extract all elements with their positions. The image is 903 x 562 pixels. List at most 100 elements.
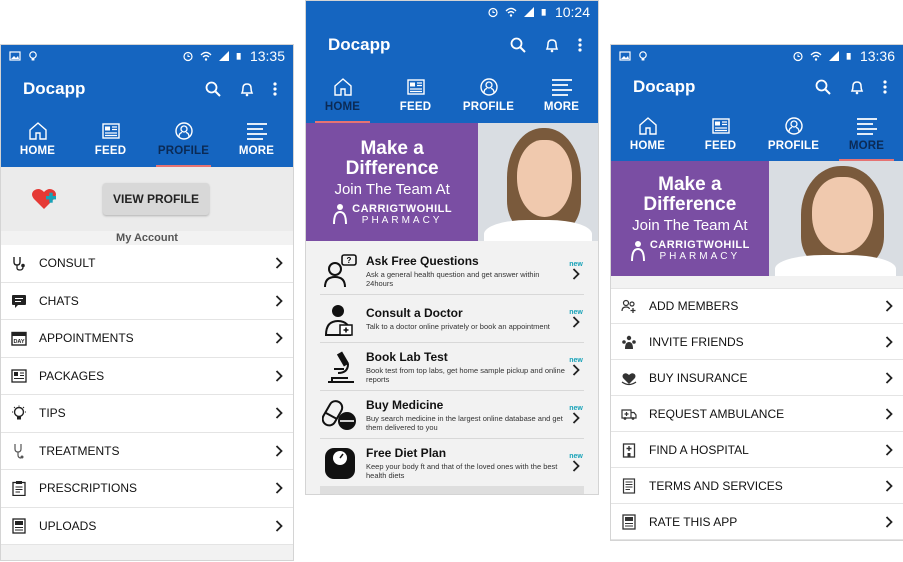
- tab-label: FEED: [399, 101, 432, 113]
- chevron-right-icon: [884, 479, 893, 492]
- view-profile-button[interactable]: VIEW PROFILE: [103, 183, 210, 215]
- signal-icon: [828, 51, 839, 61]
- tab-label: PROFILE: [157, 145, 210, 157]
- home-icon: [638, 117, 657, 135]
- feed-icon: [101, 123, 120, 139]
- microscope-icon: [320, 349, 360, 385]
- menu-item-invite-friends[interactable]: INVITE FRIENDS: [611, 324, 903, 360]
- tab-home[interactable]: HOME: [611, 107, 684, 161]
- menu-item-label: PRESCRIPTIONS: [39, 481, 138, 496]
- tab-feed[interactable]: FEED: [379, 67, 452, 123]
- status-time: 13:36: [859, 48, 895, 64]
- feed-icon: [406, 79, 425, 95]
- calendar-day-icon: DAY: [11, 330, 27, 346]
- menu-item-label: CONSULT: [39, 256, 96, 271]
- phone-more-screen: 13:36 Docapp HOME FEED PROFILE MORE Make…: [611, 45, 903, 540]
- service-book-lab-test[interactable]: Book Lab Test Book test from top labs, g…: [320, 343, 584, 391]
- svg-text:DAY: DAY: [13, 339, 24, 345]
- search-icon[interactable]: [205, 81, 221, 97]
- bulb-icon: [29, 51, 37, 61]
- battery-icon: [541, 9, 546, 16]
- tab-profile[interactable]: PROFILE: [452, 67, 525, 123]
- menu-item-chats[interactable]: CHATS: [1, 282, 293, 320]
- tab-home[interactable]: HOME: [1, 111, 74, 167]
- service-free-diet-plan[interactable]: Free Diet Plan Keep your body ft and tha…: [320, 439, 584, 486]
- pharmacist-photo: [478, 123, 598, 241]
- service-title: Free Diet Plan: [366, 445, 447, 460]
- tab-label: HOME: [19, 145, 56, 157]
- profile-header: VIEW PROFILE: [1, 167, 293, 231]
- menu-item-label: TREATMENTS: [39, 443, 120, 458]
- tab-profile[interactable]: PROFILE: [147, 111, 220, 167]
- chevron-right-icon: [274, 295, 283, 307]
- overflow-menu-icon[interactable]: [578, 37, 582, 53]
- status-time: 10:24: [554, 4, 590, 20]
- tab-label: FEED: [94, 145, 127, 157]
- wifi-icon: [810, 51, 822, 61]
- tab-profile[interactable]: PROFILE: [757, 107, 830, 161]
- tab-home[interactable]: HOME: [306, 67, 379, 123]
- menu-item-label: UPLOADS: [39, 518, 97, 533]
- tab-more[interactable]: MORE: [830, 107, 903, 161]
- heart-plus-icon: [32, 189, 56, 209]
- banner-line-1: Make a: [658, 174, 722, 195]
- menu-item-rate-this-app[interactable]: RATE THIS APP: [611, 504, 903, 540]
- menu-item-buy-insurance[interactable]: BUY INSURANCE: [611, 360, 903, 396]
- chevron-right-icon: [274, 520, 283, 532]
- menu-icon: [856, 118, 877, 135]
- new-badge: new: [569, 261, 583, 268]
- service-description: Book test from top labs, get home sample…: [366, 365, 565, 384]
- overflow-menu-icon[interactable]: [883, 79, 887, 95]
- insurance-icon: [621, 370, 637, 386]
- promo-banner[interactable]: Make a Difference Join The Team At CARRI…: [306, 123, 598, 241]
- bell-icon[interactable]: [544, 37, 560, 53]
- menu-item-find-a-hospital[interactable]: FIND A HOSPITAL: [611, 432, 903, 468]
- service-description: Talk to a doctor online privately or boo…: [366, 322, 550, 331]
- overflow-menu-icon[interactable]: [273, 81, 277, 97]
- service-consult-a-doctor[interactable]: Consult a Doctor Talk to a doctor online…: [320, 295, 584, 343]
- menu-item-treatments[interactable]: TREATMENTS: [1, 432, 293, 470]
- add-members-icon: [621, 298, 637, 314]
- chevron-right-icon: [274, 445, 283, 457]
- tab-more[interactable]: MORE: [220, 111, 293, 167]
- alarm-icon: [183, 51, 193, 62]
- menu-item-prescriptions[interactable]: PRESCRIPTIONS: [1, 470, 293, 508]
- service-buy-medicine[interactable]: Buy Medicine Buy search medicine in the …: [320, 391, 584, 439]
- package-icon: [11, 368, 27, 384]
- tab-label: PROFILE: [767, 140, 820, 152]
- tab-feed[interactable]: FEED: [684, 107, 757, 161]
- search-icon[interactable]: [510, 37, 526, 53]
- menu-item-packages[interactable]: PACKAGES: [1, 357, 293, 395]
- menu-item-terms-and-services[interactable]: TERMS AND SERVICES: [611, 468, 903, 504]
- tab-label: MORE: [848, 140, 885, 152]
- menu-item-consult[interactable]: CONSULT: [1, 245, 293, 283]
- pharmacy-person-icon: [630, 240, 645, 261]
- chevron-right-icon: [572, 412, 580, 424]
- alarm-icon: [793, 51, 803, 62]
- gallery-icon: [9, 51, 21, 61]
- menu-item-label: PACKAGES: [39, 368, 105, 383]
- menu-item-tips[interactable]: TIPS: [1, 395, 293, 433]
- phone-home-screen: 10:24 Docapp HOME FEED PROFILE MORE Make…: [306, 1, 598, 494]
- menu-item-appointments[interactable]: DAY APPOINTMENTS: [1, 320, 293, 358]
- chevron-right-icon: [274, 257, 283, 269]
- battery-icon: [236, 53, 241, 60]
- brand-name: CARRIGTWOHILL: [649, 239, 750, 251]
- search-icon[interactable]: [815, 79, 831, 95]
- phone-profile-screen: 13:35 Docapp HOME FEED PROFILE MORE VIEW: [1, 45, 293, 560]
- promo-banner[interactable]: Make a Difference Join The Team At CARRI…: [611, 161, 903, 276]
- section-title: My Account: [116, 232, 178, 244]
- menu-item-add-members[interactable]: ADD MEMBERS: [611, 288, 903, 324]
- tab-more[interactable]: MORE: [525, 67, 598, 123]
- bell-icon[interactable]: [849, 79, 865, 95]
- chevron-right-icon: [274, 332, 283, 344]
- tab-feed[interactable]: FEED: [74, 111, 147, 167]
- service-ask-free-questions[interactable]: ? Ask Free Questions Ask a general healt…: [320, 247, 584, 295]
- service-title: Book Lab Test: [366, 349, 448, 364]
- menu-item-uploads[interactable]: UPLOADS: [1, 507, 293, 545]
- pharmacy-logo: CARRIGTWOHILL PHARMACY: [332, 203, 452, 226]
- bell-icon[interactable]: [239, 81, 255, 97]
- menu-item-request-ambulance[interactable]: REQUEST AMBULANCE: [611, 396, 903, 432]
- wifi-icon: [505, 7, 517, 17]
- banner-text: Make a Difference Join The Team At CARRI…: [306, 123, 479, 241]
